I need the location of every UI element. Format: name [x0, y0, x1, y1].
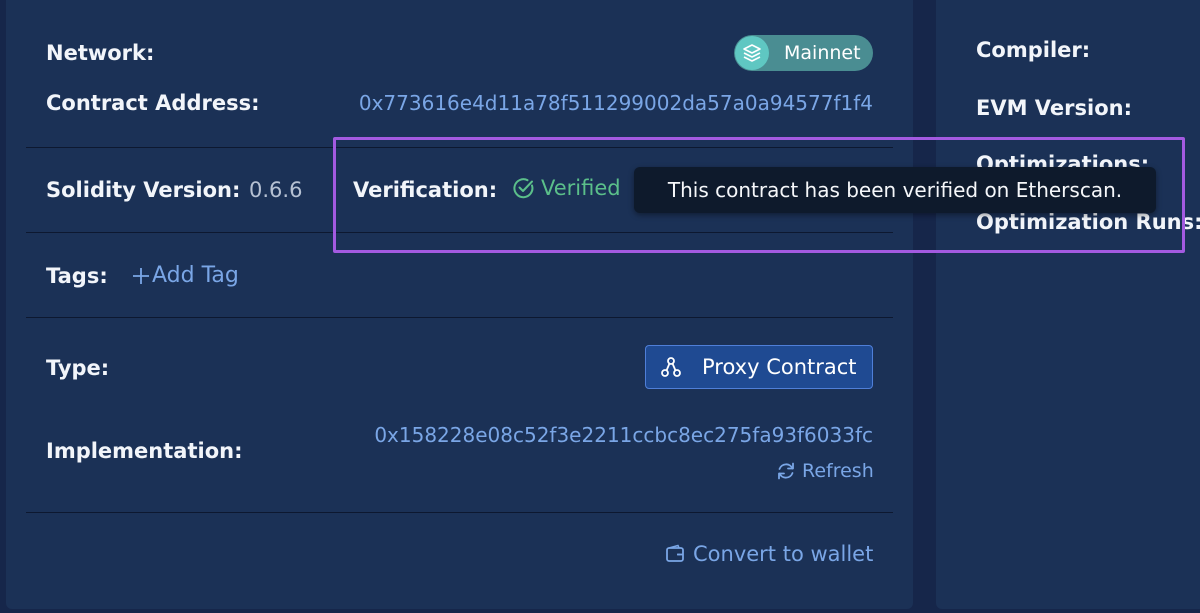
tags-label: Tags: — [46, 264, 108, 288]
type-label: Type: — [46, 356, 110, 380]
solidity-version-value: 0.6.6 — [249, 178, 303, 202]
add-tag-button[interactable]: Add Tag — [132, 263, 239, 288]
divider — [26, 317, 893, 318]
compiler-label: Compiler: — [976, 38, 1091, 62]
implementation-label: Implementation: — [46, 439, 243, 463]
convert-to-wallet-label: Convert to wallet — [693, 542, 874, 566]
refresh-icon — [778, 462, 794, 480]
solidity-version-label: Solidity Version: — [46, 178, 241, 202]
wallet-icon — [666, 544, 684, 562]
refresh-label: Refresh — [802, 460, 874, 482]
add-tag-label: Add Tag — [152, 263, 239, 288]
type-value: Proxy Contract — [702, 355, 857, 379]
plus-icon — [133, 267, 149, 284]
proxy-contract-button[interactable]: Proxy Contract — [645, 345, 873, 389]
compiler-details-panel — [936, 0, 1200, 609]
proxy-icon — [661, 357, 681, 377]
network-badge[interactable]: Mainnet — [734, 35, 873, 71]
divider — [26, 512, 893, 513]
contract-address-link[interactable]: 0x773616e4d11a78f511299002da57a0a94577f1… — [359, 91, 873, 115]
implementation-address-link[interactable]: 0x158228e08c52f3e2211ccbc8ec275fa93f6033… — [374, 423, 873, 447]
highlight-box — [333, 137, 1185, 253]
layers-icon — [735, 36, 769, 70]
network-label: Network: — [46, 41, 155, 65]
evm-version-label: EVM Version: — [976, 96, 1132, 120]
convert-to-wallet-button[interactable]: Convert to wallet — [665, 542, 873, 566]
contract-address-label: Contract Address: — [46, 91, 260, 115]
refresh-button[interactable]: Refresh — [776, 460, 874, 482]
network-value: Mainnet — [784, 42, 861, 64]
contract-details-page: Network: Mainnet Contract Address: 0x773… — [0, 0, 1200, 613]
